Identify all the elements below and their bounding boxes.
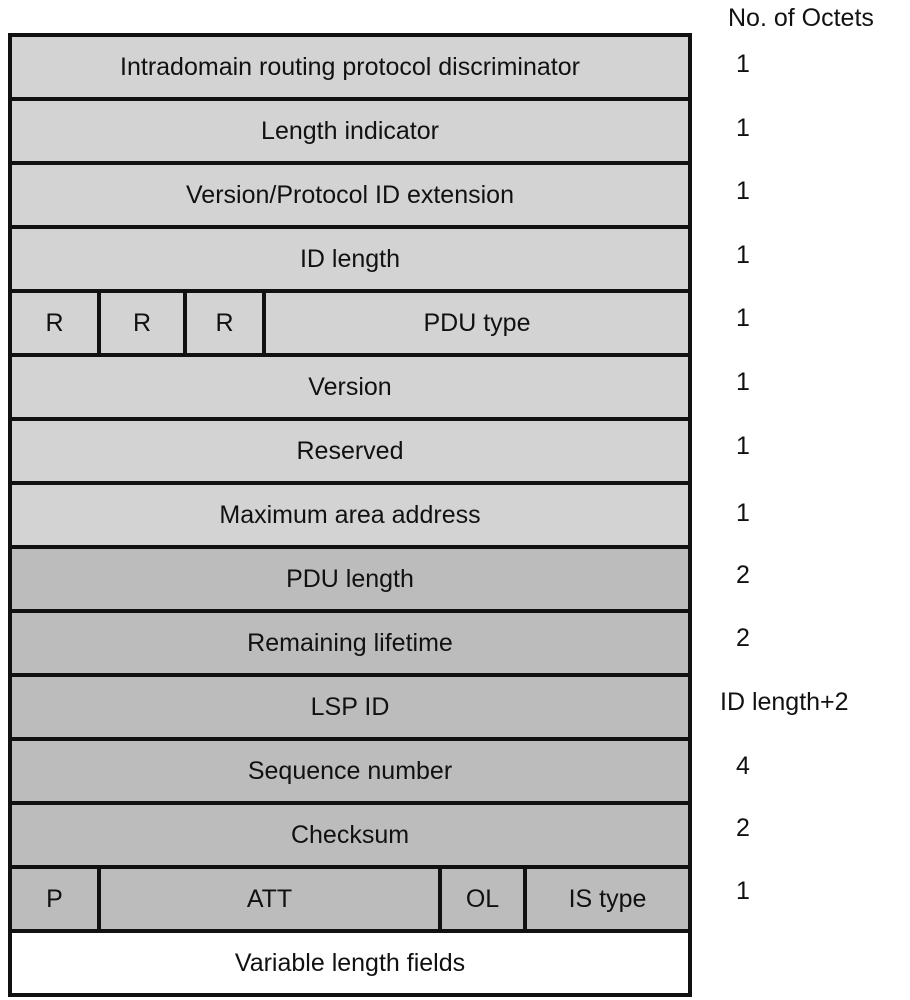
field-p-bit: P: [46, 884, 63, 913]
octets-version: 1: [736, 368, 750, 396]
field-pdu-length: PDU length: [286, 564, 414, 593]
field-row-remaining-lifetime: Remaining lifetime: [12, 613, 688, 677]
pdu-format-table: Intradomain routing protocol discriminat…: [8, 33, 692, 997]
field-row-variable-length-fields: Variable length fields: [12, 933, 688, 993]
field-att: ATT: [97, 869, 438, 929]
octets-sequence-number: 4: [736, 752, 750, 780]
field-row-discriminator: Intradomain routing protocol discriminat…: [12, 37, 688, 101]
octets-version-protocol-id-extension: 1: [736, 177, 750, 205]
octets-pdu-length: 2: [736, 561, 750, 589]
field-row-checksum: Checksum: [12, 805, 688, 869]
field-row-maximum-area-address: Maximum area address: [12, 485, 688, 549]
field-row-reserved: Reserved: [12, 421, 688, 485]
octets-length-indicator: 1: [736, 114, 750, 142]
field-row-pdu-length: PDU length: [12, 549, 688, 613]
field-length-indicator: Length indicator: [261, 116, 439, 145]
octets-reserved: 1: [736, 432, 750, 460]
octets-remaining-lifetime: 2: [736, 624, 750, 652]
field-id-length: ID length: [299, 244, 401, 273]
field-row-version-protocol-id-extension: Version/Protocol ID extension: [12, 165, 688, 229]
octets-flags: 1: [736, 877, 750, 905]
octets-checksum: 2: [736, 814, 750, 842]
field-version: Version: [308, 372, 392, 401]
field-row-lsp-id: LSP ID: [12, 677, 688, 741]
octets-pdu-type: 1: [736, 304, 750, 332]
octets-id-length: 1: [736, 241, 750, 269]
field-reserved-bit-3: R: [183, 293, 262, 353]
field-reserved: Reserved: [296, 436, 404, 465]
octets-maximum-area-address: 1: [736, 499, 750, 527]
field-reserved-bit-2: R: [97, 293, 183, 353]
octets-lsp-id: ID length+2: [720, 688, 849, 716]
octets-discriminator: 1: [736, 50, 750, 78]
field-remaining-lifetime: Remaining lifetime: [247, 628, 453, 657]
field-sequence-number: Sequence number: [247, 756, 453, 785]
field-row-flags: P ATT OL IS type: [12, 869, 688, 933]
field-version-protocol-id-extension: Version/Protocol ID extension: [186, 180, 514, 209]
field-row-pdu-type: R R R PDU type: [12, 293, 688, 357]
field-row-sequence-number: Sequence number: [12, 741, 688, 805]
field-lsp-id: LSP ID: [310, 692, 390, 721]
field-intradomain-routing-protocol-discriminator: Intradomain routing protocol discriminat…: [120, 52, 580, 81]
field-pdu-type: PDU type: [262, 293, 688, 353]
field-is-type: IS type: [523, 869, 688, 929]
field-row-version: Version: [12, 357, 688, 421]
field-variable-length-fields: Variable length fields: [234, 948, 466, 977]
octets-column-header: No. of Octets: [728, 4, 874, 32]
field-maximum-area-address: Maximum area address: [219, 500, 481, 529]
field-row-length-indicator: Length indicator: [12, 101, 688, 165]
field-checksum: Checksum: [290, 820, 410, 849]
field-reserved-bit-1: R: [45, 308, 64, 337]
field-row-id-length: ID length: [12, 229, 688, 293]
field-ol-bit: OL: [438, 869, 523, 929]
